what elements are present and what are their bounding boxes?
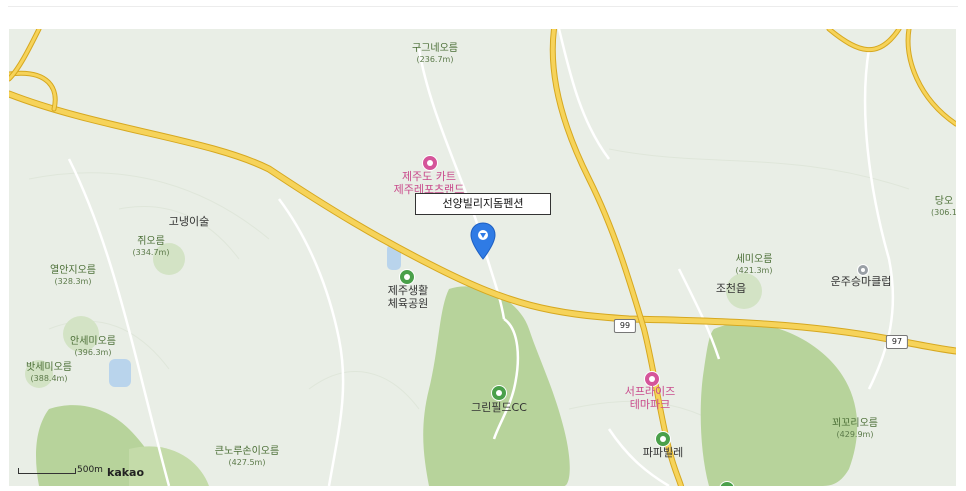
kart-pin-icon[interactable] bbox=[422, 155, 438, 171]
location-marker-icon[interactable] bbox=[470, 222, 496, 260]
road-shield-99: 99 bbox=[613, 319, 637, 333]
peak-elevation: (429.9m) bbox=[836, 429, 874, 439]
peak-elevation: (306.1 bbox=[930, 207, 956, 217]
peak-name: 열안지오름 bbox=[50, 265, 96, 276]
peak-yeolanji[interactable]: 열안지오름 (328.3m) bbox=[50, 265, 96, 286]
peak-name: 당오 bbox=[934, 196, 954, 207]
peak-ansemi[interactable]: 안세미오름 (396.3m) bbox=[70, 336, 116, 357]
peak-semi[interactable]: 세미오름 (421.3m) bbox=[736, 254, 773, 275]
peak-name: 쥐오름 bbox=[137, 236, 165, 247]
peak-elevation: (427.5m) bbox=[228, 457, 266, 467]
poi-papaville[interactable]: 파파빌레 bbox=[643, 446, 683, 460]
peak-gugeune[interactable]: 구그네오름 (236.7m) bbox=[412, 43, 458, 64]
peak-batsemi[interactable]: 밧세미오름 (388.4m) bbox=[26, 362, 72, 383]
place-goraengiseul[interactable]: 고냉이술 bbox=[169, 215, 209, 229]
top-divider bbox=[8, 6, 958, 7]
peak-elevation: (328.3m) bbox=[54, 276, 92, 286]
peak-kkoekkori[interactable]: 꾀꼬리오름 (429.9m) bbox=[832, 418, 878, 439]
peak-name: 세미오름 bbox=[735, 254, 773, 265]
peak-jwi[interactable]: 쥐오름 (334.7m) bbox=[133, 236, 170, 257]
peak-elevation: (388.4m) bbox=[30, 373, 68, 383]
peak-name: 큰노루손이오름 bbox=[214, 446, 280, 457]
peak-name: 구그네오름 bbox=[412, 43, 458, 54]
place-info-label[interactable]: 선양빌리지돔펜션 bbox=[415, 193, 551, 215]
peak-dango[interactable]: 당오 (306.1 bbox=[931, 196, 956, 217]
poi-unju-horse-club[interactable]: 운주승마클럽 bbox=[831, 275, 892, 289]
peak-name: 밧세미오름 bbox=[26, 362, 72, 373]
peak-elevation: (421.3m) bbox=[735, 265, 773, 275]
peak-name: 안세미오름 bbox=[70, 336, 116, 347]
peak-elevation: (236.7m) bbox=[416, 54, 454, 64]
peak-elevation: (334.7m) bbox=[132, 247, 170, 257]
golf-pin-icon[interactable] bbox=[491, 385, 507, 401]
papaville-pin-icon[interactable] bbox=[655, 431, 671, 447]
green-area-east bbox=[700, 323, 858, 486]
road-shield-97: 97 bbox=[885, 335, 909, 349]
peak-keunnorusoni[interactable]: 큰노루손이오름 (427.5m) bbox=[215, 446, 279, 467]
kakao-logo[interactable]: kakao bbox=[107, 466, 144, 479]
peak-name: 꾀꼬리오름 bbox=[832, 418, 878, 429]
scale-text: 500m bbox=[77, 465, 103, 475]
poi-greenfield-cc[interactable]: 그린필드CC bbox=[471, 401, 527, 415]
map-view[interactable]: 구그네오름 (236.7m) 쥐오름 (334.7m) 열안지오름 (328.3… bbox=[9, 29, 956, 486]
place-jocheon-eup[interactable]: 조천읍 bbox=[716, 282, 746, 296]
poi-surprise-themepark[interactable]: 서프라이즈 테마파크 bbox=[625, 385, 676, 411]
scale-bar bbox=[18, 468, 76, 474]
park-pin-icon[interactable] bbox=[399, 269, 415, 285]
poi-sports-park[interactable]: 제주생활 체육공원 bbox=[388, 284, 428, 310]
peak-elevation: (396.3m) bbox=[74, 347, 112, 357]
